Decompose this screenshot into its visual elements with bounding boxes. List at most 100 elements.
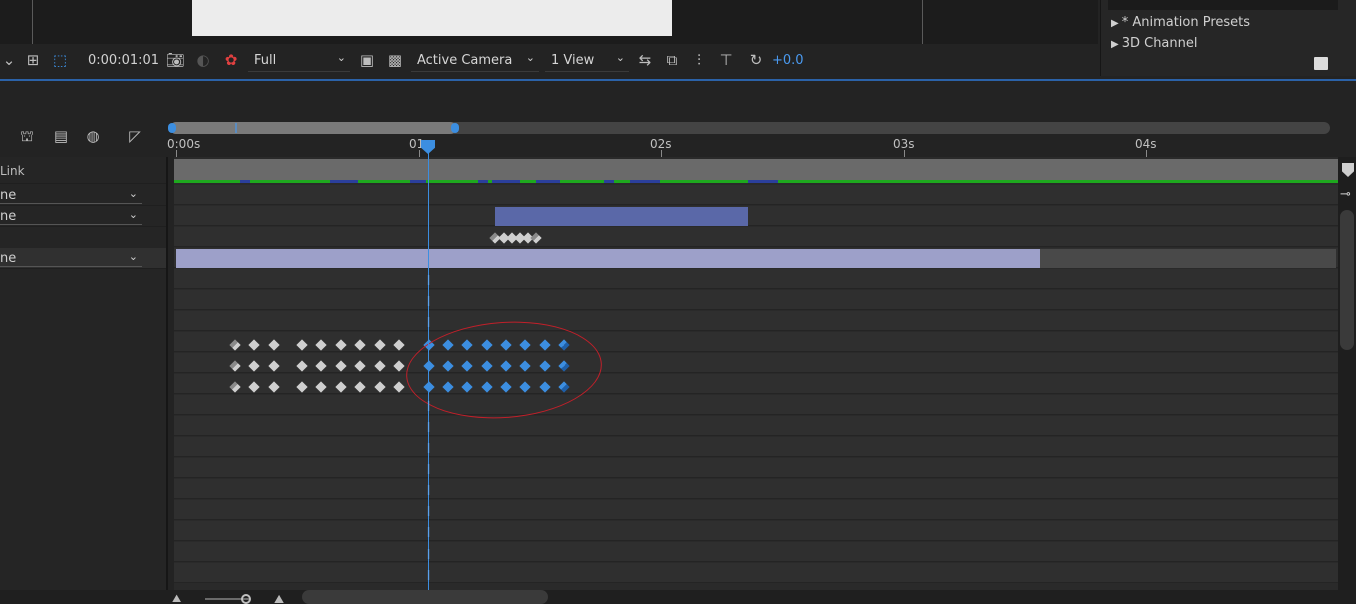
camera-value: Active Camera <box>417 53 513 68</box>
timeline-track-row <box>174 332 1338 352</box>
timeline-track-row <box>174 542 1338 562</box>
panel-divider[interactable] <box>166 157 168 604</box>
draft-3d-icon[interactable]: ⛫ <box>18 127 36 145</box>
exposure-value[interactable]: +0.0 <box>772 53 804 68</box>
timeline-track-row <box>174 290 1338 310</box>
timeline-track-row <box>174 500 1338 520</box>
work-area-end-handle[interactable] <box>451 123 459 133</box>
effects-item-3d-channel[interactable]: ▶ 3D Channel <box>1111 36 1198 51</box>
show-snapshot-icon[interactable]: ◐ <box>194 51 212 69</box>
uncached-segment <box>604 180 614 183</box>
zoom-out-icon[interactable]: ⛰ <box>172 592 181 604</box>
transparency-grid-icon[interactable]: ⬚ <box>51 51 69 69</box>
resolution-value: Full <box>254 53 277 68</box>
composition-row <box>174 159 1338 181</box>
chevron-down-icon: ⌄ <box>525 51 535 64</box>
comp-marker-icon[interactable]: ⊸ <box>1340 187 1356 203</box>
cti-keyframe-marker-icon: I <box>426 526 431 541</box>
fast-previews-icon[interactable]: ▣ <box>358 51 376 69</box>
cti-keyframe-marker-icon: I <box>426 505 431 520</box>
viewer-guide-left <box>32 0 33 44</box>
effects-item-label: * Animation Presets <box>1121 15 1251 30</box>
layer-row: ne ⌄ <box>0 185 166 206</box>
parent-link-header: Link <box>0 164 25 178</box>
zoom-slider-thumb[interactable] <box>241 594 251 604</box>
expand-triangle-icon: ▶ <box>1111 39 1119 50</box>
viewer-guide-right <box>922 0 923 44</box>
motion-blur-icon[interactable]: ◍ <box>84 127 102 145</box>
view-layout-dropdown[interactable]: 1 View ⌄ <box>545 50 629 72</box>
resolution-dropdown[interactable]: Full ⌄ <box>248 50 350 72</box>
uncached-segment <box>410 180 426 183</box>
layer-row-selected: ne ⌄ <box>0 248 166 269</box>
current-time-indicator-line[interactable] <box>428 150 429 590</box>
timeline-track-row <box>174 311 1338 331</box>
chevron-down-icon: ⌄ <box>336 51 346 64</box>
timeline-track-row <box>174 563 1338 583</box>
camera-dropdown[interactable]: Active Camera ⌄ <box>411 50 539 72</box>
cti-keyframe-marker-icon: I <box>426 274 431 289</box>
parent-link-dropdown[interactable]: ne ⌄ <box>0 208 142 225</box>
vertical-scrollbar-thumb[interactable] <box>1340 210 1354 350</box>
effects-item-animation-presets[interactable]: ▶ * Animation Presets <box>1111 15 1250 30</box>
work-area-bar[interactable] <box>170 122 456 134</box>
toggle-transparency-grid-icon[interactable]: ▩ <box>386 51 404 69</box>
frame-blending-icon[interactable]: ▤ <box>52 127 70 145</box>
parent-link-dropdown[interactable]: ne ⌄ <box>0 250 142 267</box>
horizontal-scrollbar-thumb[interactable] <box>302 590 548 604</box>
timeline-track-row <box>174 416 1338 436</box>
ruler-label: 03s <box>893 137 915 151</box>
current-time-display[interactable]: 0:00:01:01 <box>88 53 159 68</box>
expand-triangle-icon: ▶ <box>1111 18 1119 29</box>
parent-link-dropdown[interactable]: ne ⌄ <box>0 187 142 204</box>
timeline-bottom-bar <box>0 590 1356 604</box>
new-bin-icon[interactable] <box>1314 57 1328 70</box>
work-area-start-handle[interactable] <box>168 123 176 133</box>
cti-keyframe-marker-icon: I <box>426 569 431 584</box>
ruler-label: 02s <box>650 137 672 151</box>
timeline-track-row <box>174 437 1338 457</box>
cti-keyframe-marker-icon: I <box>426 548 431 563</box>
toggle-pixel-aspect-icon[interactable]: ⇆ <box>636 51 654 69</box>
layer-duration-bar-selected[interactable] <box>176 249 1040 268</box>
composition-canvas[interactable] <box>192 0 672 36</box>
timeline-track-row <box>174 269 1338 289</box>
cti-keyframe-marker-icon: I <box>426 463 431 478</box>
uncached-segment <box>536 180 560 183</box>
uncached-segment <box>630 180 660 183</box>
parent-link-value: ne <box>0 188 17 203</box>
chevron-down-icon[interactable]: ⌄ <box>0 51 18 69</box>
uncached-segment <box>478 180 488 183</box>
layer-row: ne ⌄ <box>0 206 166 227</box>
fast-preview-toggle-icon[interactable]: ⧉ <box>663 51 681 69</box>
reset-exposure-icon[interactable]: ↻ <box>747 51 765 69</box>
zoom-in-icon[interactable]: ⛰ <box>274 592 284 604</box>
timeline-track-row <box>174 395 1338 415</box>
effects-search-input[interactable] <box>1108 0 1338 10</box>
cti-keyframe-marker-icon: I <box>426 316 431 331</box>
ruler-label: 04s <box>1135 137 1157 151</box>
timeline-track-row <box>174 458 1338 478</box>
chevron-down-icon: ⌄ <box>128 250 138 263</box>
cti-keyframe-marker-icon: I <box>426 442 431 457</box>
color-channels-icon[interactable]: ✿ <box>222 51 240 69</box>
timeline-icon[interactable]: ⫶ <box>690 51 708 69</box>
camera-snapshot-icon[interactable]: 📷︎ <box>166 51 185 69</box>
chevron-down-icon: ⌄ <box>128 208 138 221</box>
ruler-tick <box>904 150 905 157</box>
cti-keyframe-marker-icon: I <box>426 421 431 436</box>
layer-duration-bar[interactable] <box>495 207 748 226</box>
chevron-down-icon: ⌄ <box>615 51 625 64</box>
ruler-tick <box>1146 150 1147 157</box>
timeline-track-row <box>174 185 1338 205</box>
region-of-interest-icon[interactable]: ⊞ <box>24 51 42 69</box>
timeline-track-row <box>174 206 1338 226</box>
uncached-segment <box>240 180 250 183</box>
uncached-segment <box>330 180 358 183</box>
graph-editor-icon[interactable]: ◸ <box>126 127 144 145</box>
effects-item-label: 3D Channel <box>1121 36 1198 51</box>
cti-keyframe-marker-icon: I <box>426 484 431 499</box>
cti-keyframe-marker-icon: I <box>426 400 431 415</box>
flowchart-icon[interactable]: ⊤ <box>717 51 735 69</box>
ruler-tick <box>176 150 177 157</box>
